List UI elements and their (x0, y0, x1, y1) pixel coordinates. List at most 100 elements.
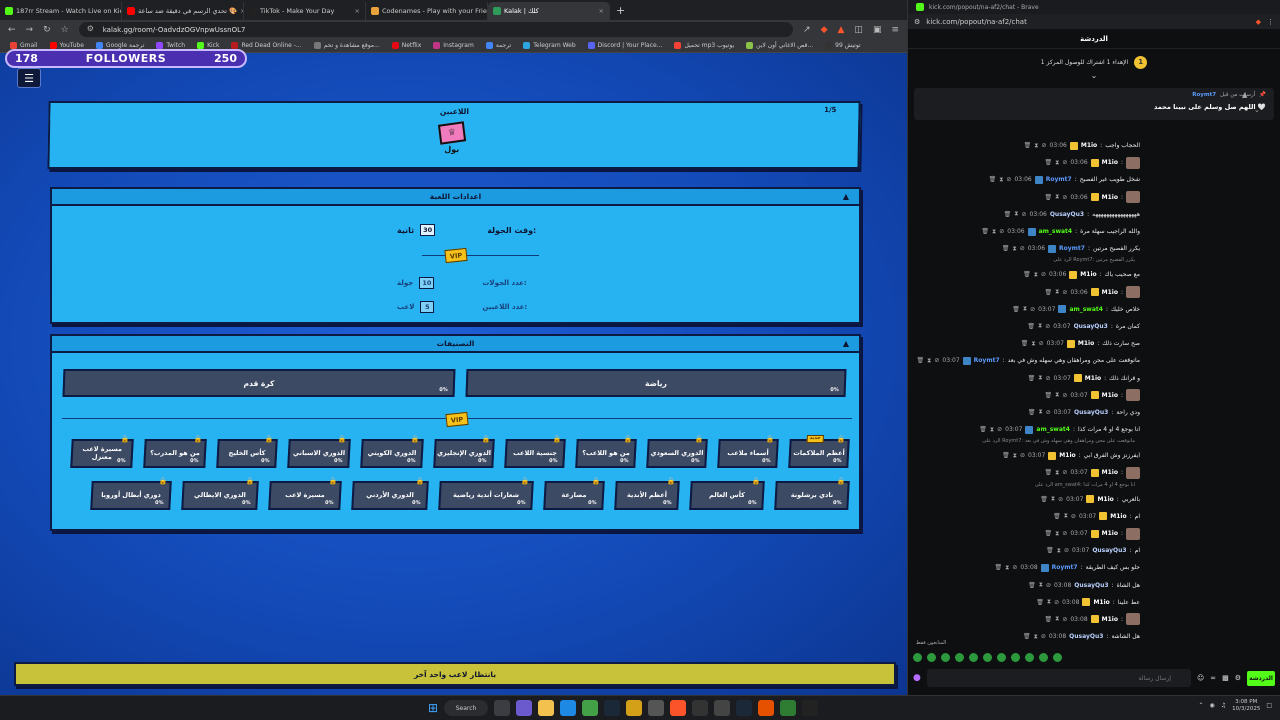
steam-icon[interactable] (604, 700, 621, 716)
message-username[interactable]: M1io (1059, 452, 1075, 459)
ban-icon[interactable]: ⊘ (1054, 599, 1059, 606)
ban-icon[interactable]: ⊘ (1020, 452, 1025, 459)
category-tile[interactable]: 🔒 الدوري السعودي 0% (646, 435, 708, 468)
category-tile[interactable]: 🔒 نادي برشلونة 0% (774, 477, 850, 510)
reload-icon[interactable]: ↻ (43, 25, 51, 35)
trash-icon[interactable]: 🗑 (1046, 547, 1054, 554)
category-tile[interactable]: 🔒 الدوري الإنجليزي 0% (433, 435, 495, 468)
clock[interactable]: 3:08 PM 10/3/2025 (1232, 699, 1260, 712)
browser-tab[interactable]: Kalak | كلك × (488, 2, 610, 20)
ban-icon[interactable]: ⊘ (1062, 530, 1067, 537)
trash-icon[interactable]: 🗑 (1023, 271, 1031, 278)
ban-icon[interactable]: ⊘ (997, 426, 1002, 433)
chat-message[interactable]: 🗑 ⧗ ⊘ 03:07 QusayQu3: كمان مرة (908, 318, 1280, 335)
ban-icon[interactable]: ⊘ (1042, 142, 1047, 149)
expand-icon[interactable]: ⌄ (908, 71, 1280, 80)
tab-close-icon[interactable]: × (599, 7, 604, 15)
ban-icon[interactable]: ⊘ (1012, 564, 1017, 571)
quick-emote-icon[interactable] (927, 653, 936, 662)
trash-icon[interactable]: 🗑 (1044, 616, 1052, 623)
bookmark-item[interactable]: Netflix (391, 42, 421, 49)
chat-message[interactable]: 🗑 ⧗ ⊘ 03:07 M1io: (908, 464, 1280, 481)
brave-shield-icon[interactable]: ◆ (821, 25, 828, 35)
chat-message[interactable]: 🗑 ⧗ ⊘ 03:07 M1io: ام (908, 508, 1280, 525)
category-tile[interactable]: 🔒 مسيرة لاعب معتزل 0% (70, 435, 134, 468)
app-icon[interactable] (692, 700, 709, 716)
trash-icon[interactable]: 🗑 (1002, 245, 1010, 252)
category-tile[interactable]: 🔒 من هو المدرب؟ 0% (143, 435, 207, 468)
chat-message[interactable]: 🗑 ⧗ ⊘ 03:07 M1io: بالعربي (908, 491, 1280, 508)
new-tab-button[interactable]: + (610, 4, 631, 17)
timeout-icon[interactable]: ⧗ (1038, 322, 1042, 330)
chat-message[interactable]: 🗑 ⧗ ⊘ 03:07 M1io: (908, 387, 1280, 404)
timeout-icon[interactable]: ⧗ (1055, 469, 1059, 477)
quick-emote-icon[interactable] (983, 653, 992, 662)
windows-start-icon[interactable]: ⊞ (428, 701, 438, 715)
trash-icon[interactable]: 🗑 (1028, 582, 1036, 589)
brave-rewards-icon[interactable]: ▲ (838, 25, 845, 35)
category-tile[interactable]: 🔒 أعظم الملاكمات 0% جديد (788, 435, 850, 468)
site-info-icon[interactable]: ⚙ (87, 24, 94, 33)
chat-message[interactable]: 🗑 ⧗ ⊘ 03:07 M1io: ايفرزنز وش الفرق ابي (908, 447, 1280, 464)
ban-icon[interactable]: ⊘ (1041, 271, 1046, 278)
bookmark-item[interactable]: Instagram (433, 42, 474, 49)
category-tile[interactable]: 🔒 الدوري الايطالي 0% (181, 477, 259, 510)
app-icon[interactable] (648, 700, 665, 716)
message-username[interactable]: Roymt7 (1046, 176, 1072, 183)
ban-icon[interactable]: ⊘ (1071, 513, 1076, 520)
trash-icon[interactable]: 🗑 (1044, 289, 1052, 296)
volume-icon[interactable]: ♫ (1221, 702, 1226, 709)
message-username[interactable]: M1io (1097, 496, 1113, 503)
ban-icon[interactable]: ⊘ (1006, 176, 1011, 183)
category-football[interactable]: كرة قدم 0% (62, 369, 456, 397)
chevron-down-icon[interactable]: ⌄ (1254, 106, 1260, 114)
trash-icon[interactable]: 🗑 (994, 564, 1002, 571)
trash-icon[interactable]: 🗑 (1036, 599, 1044, 606)
ban-icon[interactable]: ⊘ (1030, 306, 1035, 313)
chat-message[interactable]: 🗑 ⧗ ⊘ 03:08 Roymt7: حلو بس كيف الطريقة (908, 559, 1280, 576)
message-username[interactable]: M1io (1102, 530, 1118, 537)
taskbar-search[interactable]: Search (444, 700, 489, 716)
timeout-icon[interactable]: ⧗ (1047, 598, 1051, 606)
trash-icon[interactable]: 🗑 (1024, 142, 1032, 149)
app-icon[interactable] (758, 700, 775, 716)
timeout-icon[interactable]: ⧗ (1055, 530, 1059, 538)
tray-chevron-icon[interactable]: ⌃ (1198, 702, 1203, 709)
chat-message[interactable]: 🗑 ⧗ ⊘ 03:08 QusayQu3: هل الشاة (908, 577, 1280, 594)
emote-picker-icon[interactable]: ☺ (1197, 674, 1204, 682)
message-username[interactable]: M1io (1078, 340, 1094, 347)
ban-icon[interactable]: ⊘ (1062, 616, 1067, 623)
browser-tab[interactable]: 187rr Stream - Watch Live on Kick× (0, 2, 122, 20)
bookmark-item[interactable]: Kick (197, 42, 219, 49)
message-username[interactable]: M1io (1102, 194, 1118, 201)
mic-icon[interactable]: ● (913, 673, 921, 683)
ban-icon[interactable]: ⊘ (1062, 194, 1067, 201)
chat-message[interactable]: 🗑 ⧗ ⊘ 03:07 M1io: صح سارت ذلك (908, 335, 1280, 352)
quick-emote-icon[interactable] (1053, 653, 1062, 662)
timeout-icon[interactable]: ⧗ (1014, 210, 1018, 218)
category-tile[interactable]: 🔒 الدوري الأردني 0% (351, 477, 429, 510)
chat-message[interactable]: 🗑 ⧗ ⊘ 03:08 M1io: عط علينا (908, 594, 1280, 611)
brave-shield-icon[interactable]: ◆ (1256, 18, 1261, 26)
trash-icon[interactable]: 🗑 (1027, 323, 1035, 330)
trash-icon[interactable]: 🗑 (1053, 513, 1061, 520)
message-username[interactable]: am_swat4 (1036, 426, 1070, 433)
players-value[interactable]: 5 (420, 301, 435, 313)
chat-message[interactable]: 🗑 ⧗ ⊘ 03:07 QusayQu3: ودي راحة (908, 404, 1280, 421)
message-username[interactable]: am_swat4 (1069, 306, 1103, 313)
url-bar[interactable]: ⚙ kalak.gg/room/-OadvdzOGVnpwUssnOL7 (78, 22, 794, 37)
timeout-icon[interactable]: ⧗ (1055, 193, 1059, 201)
message-username[interactable]: QusayQu3 (1074, 323, 1108, 330)
message-username[interactable]: QusayQu3 (1074, 409, 1108, 416)
trash-icon[interactable]: 🗑 (1044, 530, 1052, 537)
bookmark-item[interactable]: Google ترجمة (95, 42, 144, 49)
settings-icon[interactable]: ⚙ (1235, 674, 1241, 682)
round-time-value[interactable]: 30 (420, 224, 436, 236)
site-info-icon[interactable]: ⚙ (914, 18, 920, 26)
settings-header[interactable]: اعدادات اللعبة ▲ (52, 189, 859, 206)
message-username[interactable]: QusayQu3 (1069, 633, 1103, 640)
chat-message[interactable]: 🗑 ⧗ ⊘ 03:06 M1io: (908, 189, 1280, 206)
collapse-arrow-icon[interactable]: ▲ (843, 192, 849, 201)
category-tile[interactable]: 🔒 جنسية اللاعب 0% (504, 435, 566, 468)
ban-icon[interactable]: ⊘ (1041, 633, 1046, 640)
